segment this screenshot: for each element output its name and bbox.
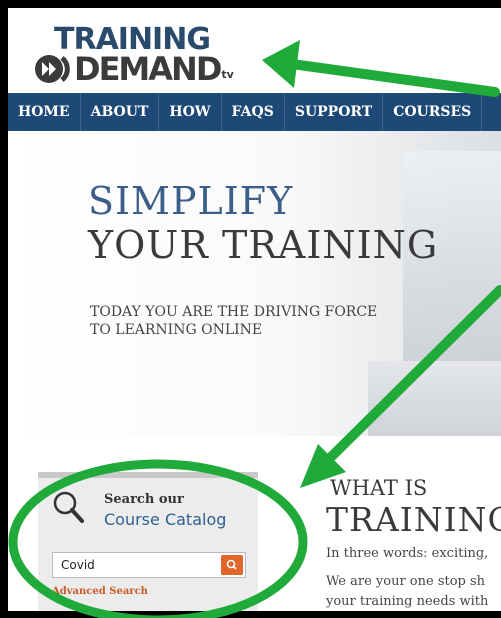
hero-title-line2: YOUR TRAINING <box>88 223 439 267</box>
hero-title-line1: SIMPLIFY <box>88 179 294 223</box>
hero-subtitle-line2: TO LEARNING ONLINE <box>90 322 263 338</box>
magnifier-icon <box>50 488 90 532</box>
hero-subtitle-line1: TODAY YOU ARE THE DRIVING FORCE <box>90 304 378 320</box>
browser-frame: TRAINING DEMAND tv HOME ABOUT HOW FAQS S… <box>8 8 501 611</box>
search-icon <box>226 559 237 570</box>
search-input[interactable] <box>53 553 217 577</box>
about-intro-line2: We are your one stop sh <box>326 574 486 589</box>
about-heading-large: TRAINING <box>326 500 501 539</box>
nav-support[interactable]: SUPPORT <box>285 93 384 131</box>
nav-courses[interactable]: COURSES <box>383 93 483 131</box>
about-intro-line1: In three words: exciting, <box>326 546 489 561</box>
search-button[interactable] <box>221 555 243 575</box>
about-intro-line3: your training needs with <box>326 594 489 609</box>
nav-how[interactable]: HOW <box>159 93 222 131</box>
search-label-line1: Search our <box>104 492 184 507</box>
course-search-panel: Search our Course Catalog Advanced Searc… <box>38 472 258 611</box>
search-label-line2: Course Catalog <box>104 510 227 529</box>
logo-tv-suffix: tv <box>221 68 234 81</box>
nav-faqs[interactable]: FAQS <box>222 93 285 131</box>
hero-background-image-lower <box>368 361 501 436</box>
hero-banner: SIMPLIFY YOUR TRAINING TODAY YOU ARE THE… <box>8 131 501 436</box>
about-heading-small: WHAT IS <box>330 476 428 500</box>
nav-home[interactable]: HOME <box>8 93 81 131</box>
advanced-search-link[interactable]: Advanced Search <box>52 586 148 597</box>
logo-line-ondemand: DEMAND tv <box>34 50 234 88</box>
play-double-icon <box>34 54 72 84</box>
logo-word-demand: DEMAND <box>74 50 222 88</box>
nav-about[interactable]: ABOUT <box>81 93 160 131</box>
content-section: Search our Course Catalog Advanced Searc… <box>8 436 501 611</box>
search-box <box>52 552 246 578</box>
main-nav: HOME ABOUT HOW FAQS SUPPORT COURSES <box>8 93 501 131</box>
